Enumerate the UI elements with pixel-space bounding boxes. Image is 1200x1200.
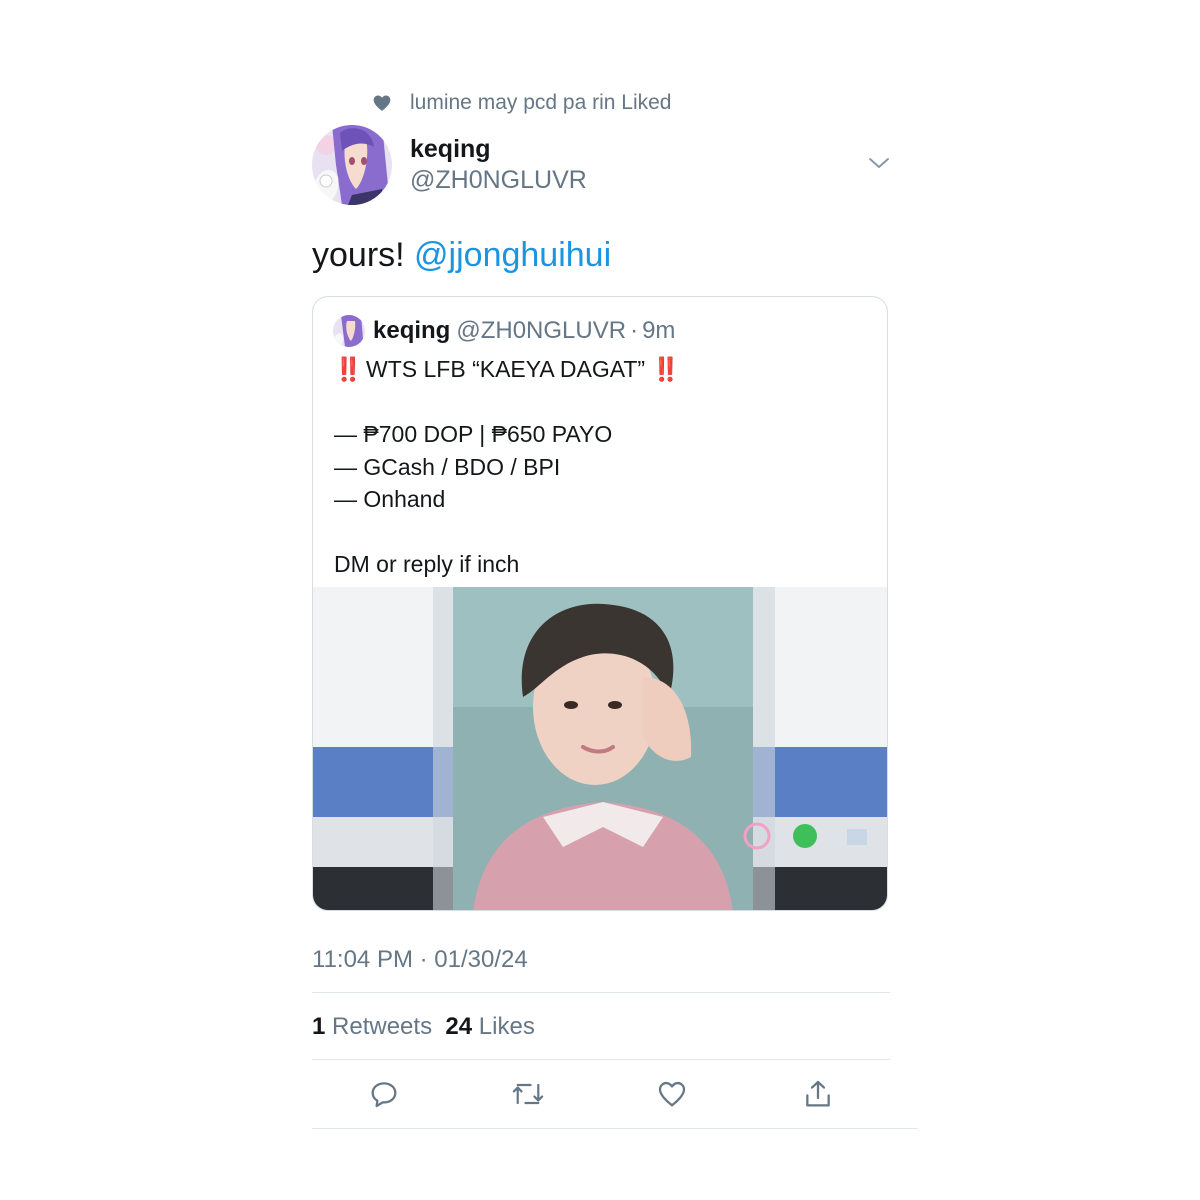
divider [312,1128,918,1129]
like-button[interactable] [652,1074,692,1114]
reply-button[interactable] [364,1074,404,1114]
share-button[interactable] [798,1074,838,1114]
quoted-title: WTS LFB “KAEYA DAGAT” [359,356,652,382]
retweets-label: Retweets [325,1013,433,1040]
retweets-stat[interactable]: 1 Retweets [312,1013,432,1040]
author-handle[interactable]: @ZH0NGLUVR [410,164,587,196]
retweets-count: 1 [312,1013,326,1040]
author-avatar[interactable] [312,125,392,205]
divider [312,992,890,993]
likes-count: 24 [445,1013,473,1040]
reply-icon [371,1082,397,1108]
like-icon [658,1081,686,1107]
share-icon [806,1080,830,1107]
retweet-icon [512,1083,544,1105]
double-exclamation-icon: ‼️ [651,356,680,382]
author-block[interactable]: keqing @ZH0NGLUVR [410,134,587,196]
quoted-tweet-header: keqing @ZH0NGLUVR · 9m [333,314,675,348]
author-name[interactable]: keqing [410,134,587,164]
heart-icon [373,95,391,111]
quoted-title-line: ‼️ WTS LFB “KAEYA DAGAT” ‼️ [334,353,874,386]
tweet-text-prefix: yours! [312,236,415,274]
quoted-time: 9m [642,317,676,344]
quoted-tweet-body: ‼️ WTS LFB “KAEYA DAGAT” ‼️ — ₱700 DOP |… [334,353,874,581]
quoted-tweet-photo[interactable] [313,587,888,911]
tweet-timestamp[interactable]: 11:04 PM · 01/30/24 [312,944,528,976]
tweet-actions [0,1074,1200,1118]
quoted-separator: · [630,317,639,344]
quoted-tweet-card[interactable]: keqing @ZH0NGLUVR · 9m ‼️ WTS LFB “KAEYA… [312,296,888,911]
tweet-text: yours! @jjonghuihui [312,234,611,276]
likes-stat[interactable]: 24 Likes [445,1013,534,1040]
double-exclamation-icon: ‼️ [334,356,363,382]
quoted-author-avatar [333,315,365,347]
tweet-stats: 1 Retweets 24 Likes [312,1011,535,1043]
social-context: lumine may pcd pa rin Liked [372,88,671,118]
divider [312,1059,890,1060]
quoted-footer: DM or reply if inch [334,551,520,577]
quoted-author-handle: @ZH0NGLUVR [456,317,627,344]
quoted-author-name: keqing [373,317,451,344]
retweet-button[interactable] [508,1074,548,1114]
quoted-line: — ₱700 DOP | ₱650 PAYO [334,421,613,447]
chevron-down-icon[interactable] [866,152,892,174]
mention-link[interactable]: @jjonghuihui [414,236,611,274]
likes-label: Likes [472,1013,535,1040]
quoted-line: — GCash / BDO / BPI [334,453,561,480]
quoted-line: — Onhand [334,486,446,512]
social-context-text: lumine may pcd pa rin Liked [410,91,672,114]
